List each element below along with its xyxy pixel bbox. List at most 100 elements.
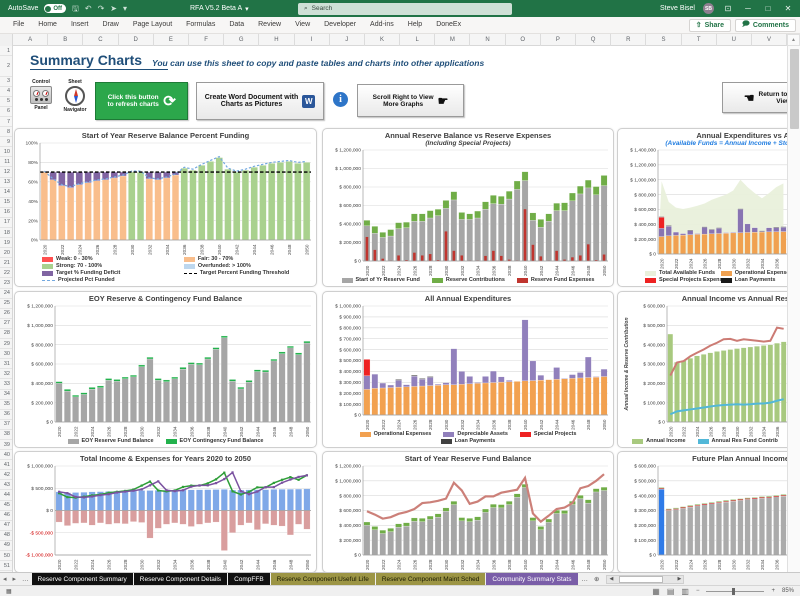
undo-icon[interactable]: ↶ [85,5,92,13]
row-header[interactable]: 40 [0,450,12,460]
create-word-doc-button[interactable]: Create Word Document withCharts as Pictu… [196,82,324,120]
sheet-tab-community-summary-stats[interactable]: Community Summary Stats [486,573,577,586]
sheet-tab-reserve-component-details[interactable]: Reserve Component Details [134,573,227,586]
return-to-view-button[interactable]: ☚ Return to IView [722,82,794,113]
zoom-slider[interactable] [706,591,764,592]
user-name[interactable]: Steve Bisel [660,5,695,12]
sheet-tab-compffb[interactable]: CompFFB [228,573,270,586]
row-header[interactable]: 14 [0,188,12,198]
tab-overflow-right-icon[interactable]: … [579,576,592,583]
chart-card-total-income-expenses[interactable]: Total Income & Expenses for Years 2020 t… [14,451,317,572]
zoom-out-icon[interactable]: − [696,588,700,594]
chart-card-future-plan-income[interactable]: Future Plan Annual Income$ 0$ 100,000$ 2… [617,451,793,572]
chart-card-all-expenditures[interactable]: All Annual Expenditures$ 0$ 100,000$ 200… [322,291,614,448]
row-header[interactable]: 48 [0,531,12,541]
row-header[interactable]: 1 [0,46,12,56]
column-header[interactable]: G [224,34,259,46]
tab-nav-right-icon[interactable]: ▸ [10,575,20,583]
page-layout-view-icon[interactable]: ▤ [667,587,675,596]
row-header[interactable]: 36 [0,410,12,420]
column-header[interactable]: J [330,34,365,46]
row-header[interactable]: 33 [0,379,12,389]
row-header[interactable]: 45 [0,501,12,511]
row-header[interactable]: 23 [0,278,12,288]
page-break-view-icon[interactable]: ▥ [681,587,689,596]
chart-card-eoy-reserve-contingency[interactable]: EOY Reserve & Contingency Fund Balance$ … [14,291,317,448]
row-header[interactable]: 4 [0,87,12,97]
pointer-icon[interactable]: ➤ [110,5,117,13]
tab-nav-left-icon[interactable]: ◂ [0,575,10,583]
row-header[interactable]: 5 [0,97,12,107]
column-header[interactable]: N [470,34,505,46]
column-header[interactable]: P [541,34,576,46]
column-header[interactable]: I [295,34,330,46]
row-header[interactable]: 47 [0,521,12,531]
scroll-left-icon[interactable]: ◀ [607,576,615,582]
avatar[interactable]: SB [703,3,714,14]
row-header[interactable]: 26 [0,309,12,319]
scroll-right-button[interactable]: Scroll Right to ViewMore Graphs ☛ [357,84,464,117]
row-header[interactable]: 9 [0,137,12,147]
row-header[interactable]: 27 [0,319,12,329]
row-header[interactable]: 34 [0,390,12,400]
control-panel-button[interactable]: Control Panel [24,79,58,111]
row-header[interactable]: 51 [0,561,12,571]
row-header[interactable]: 20 [0,248,12,258]
sheet-tab-reserve-component-summary[interactable]: Reserve Component Summary [32,573,133,586]
row-header[interactable]: 32 [0,369,12,379]
row-header[interactable]: 46 [0,511,12,521]
accessibility-status-icon[interactable]: ▦ [0,588,12,595]
qat-dropdown-icon[interactable]: ▾ [123,5,127,13]
ribbon-tab-view[interactable]: View [288,17,317,33]
column-header[interactable]: C [83,34,118,46]
row-header[interactable]: 15 [0,198,12,208]
ribbon-tab-data[interactable]: Data [222,17,251,33]
normal-view-icon[interactable]: ▦ [652,587,660,596]
column-header[interactable]: Q [576,34,611,46]
ribbon-tab-review[interactable]: Review [251,17,288,33]
row-header[interactable]: 10 [0,147,12,157]
comments-button[interactable]: 🗩Comments [735,19,796,32]
row-header[interactable]: 28 [0,329,12,339]
column-header[interactable]: F [189,34,224,46]
column-header[interactable]: A [13,34,48,46]
row-header[interactable]: 17 [0,218,12,228]
ribbon-tab-developer[interactable]: Developer [317,17,363,33]
row-header[interactable]: 42 [0,470,12,480]
column-header[interactable]: M [435,34,470,46]
row-header[interactable]: 18 [0,228,12,238]
column-header[interactable]: R [611,34,646,46]
row-header[interactable]: 22 [0,268,12,278]
row-header[interactable]: 31 [0,359,12,369]
row-header[interactable]: 49 [0,541,12,551]
tab-overflow-left-icon[interactable]: … [19,576,32,583]
zoom-in-icon[interactable]: + [771,588,775,594]
ribbon-tab-doneex[interactable]: DoneEx [429,17,468,33]
row-header[interactable]: 44 [0,490,12,500]
column-header[interactable]: O [506,34,541,46]
select-all-corner[interactable] [0,34,13,46]
row-header[interactable]: 12 [0,167,12,177]
vertical-scrollbar[interactable] [787,46,800,572]
ribbon-tab-page-layout[interactable]: Page Layout [126,17,179,33]
column-header[interactable]: T [682,34,717,46]
info-icon[interactable]: i [333,92,348,107]
row-header[interactable]: 3 [0,77,12,87]
column-header[interactable]: E [154,34,189,46]
column-header[interactable]: U [717,34,752,46]
row-header[interactable]: 37 [0,420,12,430]
row-header[interactable]: 29 [0,339,12,349]
ribbon-display-icon[interactable]: ⊡ [722,4,734,13]
autosave-toggle[interactable]: Off [44,4,66,13]
row-header[interactable]: 19 [0,238,12,248]
column-header[interactable]: B [48,34,83,46]
row-header[interactable]: 21 [0,258,12,268]
chart-card-balance-vs-expenses[interactable]: Annual Reserve Balance vs Reserve Expens… [322,128,614,287]
document-title[interactable]: RFA V5.2 Beta A▾ [190,0,249,17]
row-header[interactable]: 41 [0,460,12,470]
column-header[interactable]: S [646,34,681,46]
column-header[interactable]: L [400,34,435,46]
vertical-scrollbar-thumb[interactable] [790,49,799,129]
sheet-tab-reserve-component-maint-sched[interactable]: Reserve Component Maint Sched [376,573,486,586]
row-header[interactable]: 38 [0,430,12,440]
